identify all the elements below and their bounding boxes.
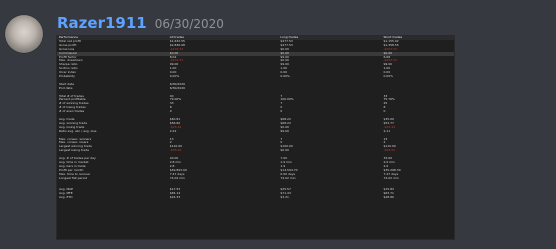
cell-value: $3.21 <box>280 196 289 200</box>
performance-table: Performance All trades Long trades Short… <box>57 36 454 200</box>
username[interactable]: Razer1911 <box>57 14 147 32</box>
cell-value: $24.33 <box>169 196 181 200</box>
message-header: Razer1911 06/30/2020 <box>57 14 224 36</box>
cell-value: $28.80 <box>383 196 394 200</box>
timestamp: 06/30/2020 <box>154 17 224 31</box>
performance-report-image[interactable]: Performance All trades Long trades Short… <box>56 35 455 240</box>
row-label: Avg. ETD <box>59 196 73 200</box>
table-row: Avg. ETD $24.33 $3.21 $28.80 <box>57 196 454 200</box>
user-avatar[interactable] <box>4 14 44 54</box>
